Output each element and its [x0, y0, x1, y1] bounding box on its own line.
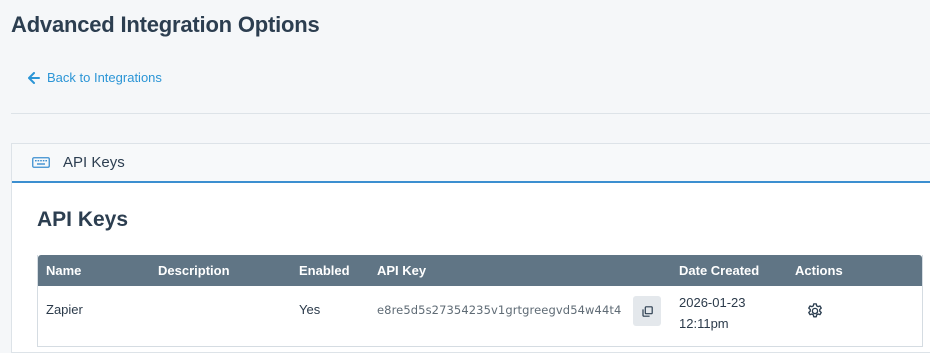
api-keys-panel: API Keys API Keys Name Description Enabl…: [11, 143, 930, 353]
back-link-label[interactable]: Back to Integrations: [47, 70, 162, 85]
table-row: Zapier Yes e8re5d5s27354235v1grtgreegvd5…: [38, 286, 922, 346]
copy-api-key-button[interactable]: [633, 296, 661, 326]
keyboard-icon: [32, 157, 50, 168]
api-key-value: e8re5d5s27354235v1grtgreegvd54w44t4: [377, 303, 622, 317]
tab-api-keys[interactable]: API Keys: [12, 144, 930, 183]
page-title: Advanced Integration Options: [11, 12, 320, 37]
row-api-key: e8re5d5s27354235v1grtgreegvd54w44t4: [377, 303, 635, 317]
row-name: Zapier: [46, 302, 83, 317]
api-keys-table: Name Description Enabled API Key Date Cr…: [37, 255, 923, 347]
section-title: API Keys: [37, 208, 129, 231]
column-header-date-created: Date Created: [679, 263, 760, 278]
column-header-name: Name: [46, 263, 82, 278]
row-date-created: 2026-01-23 12:11pm: [679, 292, 779, 334]
table-header: Name Description Enabled API Key Date Cr…: [38, 255, 922, 286]
column-header-description: Description: [158, 263, 230, 278]
row-enabled: Yes: [299, 302, 321, 317]
divider: [11, 113, 930, 114]
back-to-integrations-link[interactable]: Back to Integrations: [28, 70, 162, 85]
copy-icon: [641, 305, 653, 317]
tab-label[interactable]: API Keys: [63, 154, 125, 171]
column-header-enabled: Enabled: [299, 263, 350, 278]
date-value: 2026-01-23: [679, 295, 746, 310]
column-header-api-key: API Key: [377, 263, 427, 278]
gear-icon[interactable]: [806, 302, 824, 320]
arrow-left-icon: [28, 71, 40, 84]
time-value: 12:11pm: [679, 316, 729, 331]
column-header-actions: Actions: [795, 263, 843, 278]
